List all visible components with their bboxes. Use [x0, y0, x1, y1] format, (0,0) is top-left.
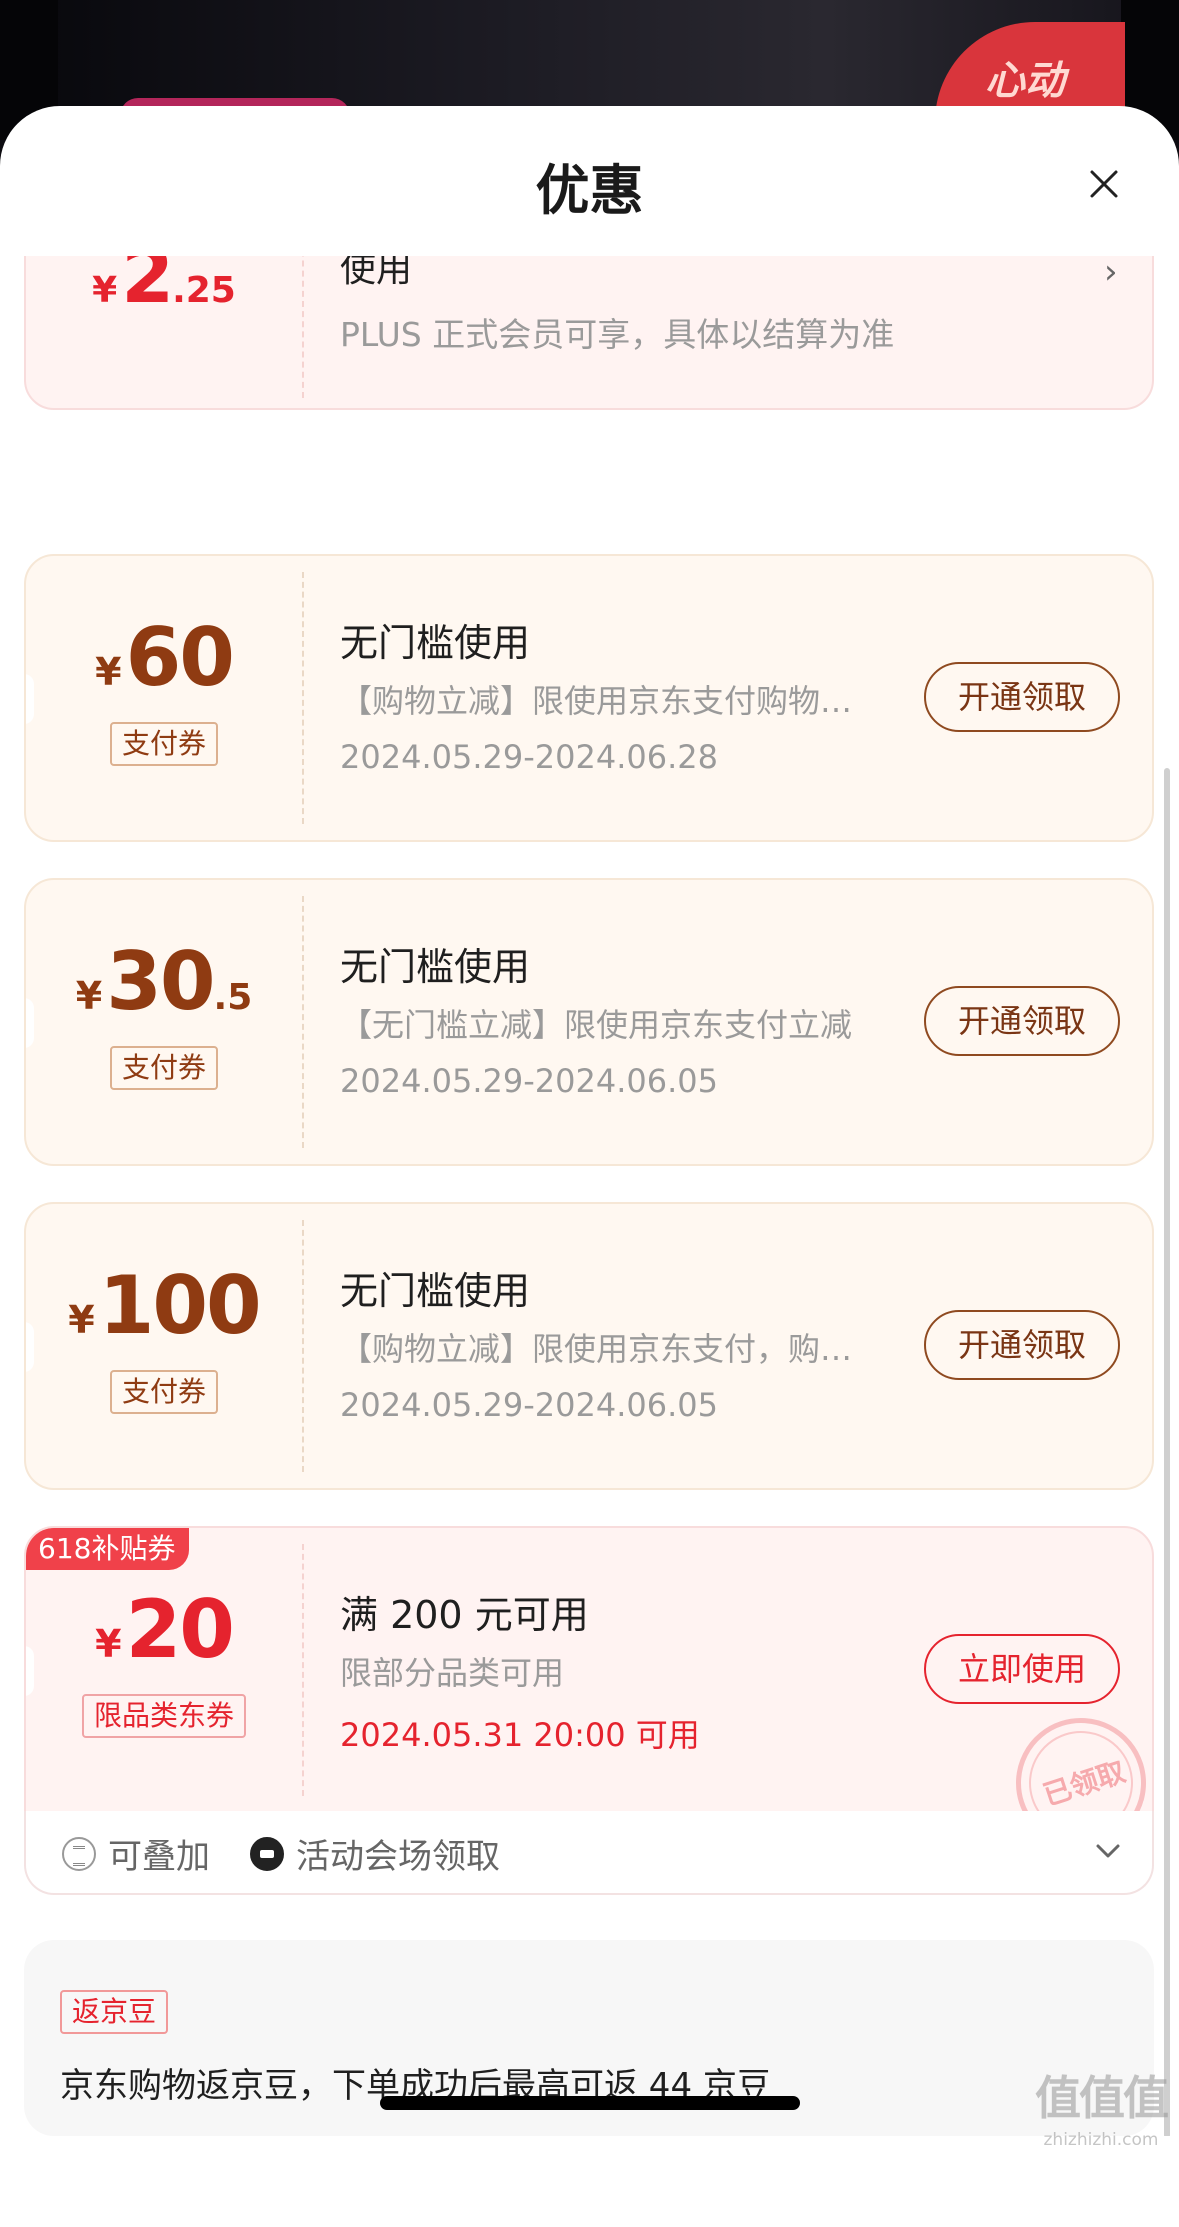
coupon-type-tag: 支付券	[109, 722, 219, 766]
coupon-value-col: ¥30.5 支付券	[26, 880, 302, 1164]
coupon-desc: 【无门槛立减】限使用京东支付立减	[340, 1006, 853, 1044]
coupon-list[interactable]: ¥2.25 使用 PLUS 正式会员可享，具体以结算为准 › ¥60 支付券 无…	[0, 256, 1179, 2136]
amount-integer: 20	[125, 1583, 235, 1676]
use-now-button[interactable]: 立即使用	[924, 1634, 1120, 1704]
source-text: 活动会场领取	[296, 1837, 500, 1877]
currency-symbol: ¥	[92, 270, 118, 311]
coupon-card[interactable]: ¥30.5 支付券 无门槛使用 【无门槛立减】限使用京东支付立减 2024.05…	[24, 878, 1154, 1166]
coupon-desc: 限部分品类可用	[340, 1654, 565, 1692]
coupon-card[interactable]: ¥60 支付券 无门槛使用 【购物立减】限使用京东支付购物立减 2024.05.…	[24, 554, 1154, 842]
currency-symbol: ¥	[95, 1622, 122, 1666]
dashed-divider	[302, 1220, 304, 1472]
coupon-type-tag: 支付券	[109, 1370, 219, 1414]
dashed-divider	[302, 572, 304, 824]
amount-integer: 2	[121, 256, 174, 320]
currency-symbol: ¥	[95, 650, 122, 694]
coupon-desc: PLUS 正式会员可享，具体以结算为准	[340, 315, 895, 354]
coupon-type-tag: 支付券	[109, 1046, 219, 1090]
coupon-title: 使用	[340, 256, 413, 290]
coupon-desc: 【购物立减】限使用京东支付，购物立减	[340, 1330, 880, 1368]
currency-symbol: ¥	[68, 1298, 95, 1342]
activate-claim-button[interactable]: 开通领取	[924, 662, 1120, 732]
dashed-divider	[302, 896, 304, 1148]
sheet-title: 优惠	[535, 159, 644, 222]
coupon-value-col: ¥20 限品类东券	[26, 1528, 302, 1812]
coupon-card-618[interactable]: 618补贴券 ¥20 限品类东券 满 200 元可用 限部分品类可用 2024.…	[24, 1526, 1154, 1814]
coupon-title: 无门槛使用	[340, 945, 531, 989]
amount-decimal: .5	[213, 977, 253, 1018]
coupon-value-col: ¥100 支付券	[26, 1204, 302, 1488]
stackable-label: 可叠加	[62, 1829, 210, 1878]
amount-integer: 30	[106, 935, 215, 1028]
coupon-amount: ¥30.5	[26, 942, 302, 1022]
coupon-amount: ¥100	[26, 1266, 302, 1346]
ticket-icon	[250, 1836, 284, 1871]
plus-coupon-card[interactable]: ¥2.25 使用 PLUS 正式会员可享，具体以结算为准 ›	[24, 256, 1154, 410]
currency-symbol: ¥	[75, 974, 103, 1018]
scrollbar[interactable]	[1164, 768, 1170, 2136]
coupon-title: 无门槛使用	[340, 621, 531, 665]
coupon-value-col: ¥60 支付券	[26, 556, 302, 840]
close-icon	[1090, 170, 1118, 198]
dashed-divider	[302, 1544, 304, 1796]
amount-integer: 60	[125, 611, 235, 704]
coupon-card-footer[interactable]: 可叠加 活动会场领取	[24, 1811, 1154, 1895]
coupon-validity: 2024.05.29-2024.06.05	[340, 1386, 718, 1424]
coupon-desc: 【购物立减】限使用京东支付购物立减	[340, 682, 880, 720]
chevron-down-icon[interactable]	[1090, 1833, 1126, 1869]
coupon-validity: 2024.05.31 20:00 可用	[340, 1716, 700, 1754]
coupon-type-tag: 限品类东券	[81, 1694, 247, 1738]
watermark: 值值值 zhizhizhi.com	[1026, 2062, 1176, 2174]
coupon-title: 满 200 元可用	[340, 1593, 589, 1637]
dashed-divider	[302, 256, 304, 398]
amount-integer: 100	[98, 1259, 262, 1352]
coupon-validity: 2024.05.29-2024.06.28	[340, 738, 718, 776]
source-label: 活动会场领取	[250, 1829, 500, 1878]
coupon-amount: ¥2.25	[26, 256, 302, 314]
amount-decimal: .25	[172, 270, 236, 311]
coupon-card[interactable]: ¥100 支付券 无门槛使用 【购物立减】限使用京东支付，购物立减 2024.0…	[24, 1202, 1154, 1490]
coupon-sheet: 优惠 ¥2.25 使用 PLUS 正式会员可享，具体以结算为准 › ¥60 支付…	[0, 106, 1179, 2227]
jingdou-tag: 返京豆	[60, 1990, 169, 2034]
coupon-title: 无门槛使用	[340, 1269, 531, 1313]
watermark-url: zhizhizhi.com	[1043, 2130, 1159, 2150]
activate-claim-button[interactable]: 开通领取	[924, 1310, 1120, 1380]
activate-claim-button[interactable]: 开通领取	[924, 986, 1120, 1056]
stackable-text: 可叠加	[108, 1837, 210, 1877]
coupon-amount: ¥60	[26, 618, 302, 698]
close-button[interactable]	[1082, 162, 1126, 206]
coupon-amount: ¥20	[26, 1590, 302, 1670]
stack-icon	[62, 1836, 96, 1871]
home-indicator[interactable]	[380, 2096, 800, 2110]
claimed-stamp: 已领取	[999, 1701, 1152, 1812]
coupon-validity: 2024.05.29-2024.06.05	[340, 1062, 718, 1100]
chevron-right-icon[interactable]: ›	[1104, 256, 1118, 292]
watermark-logo: 值值值	[1035, 2071, 1169, 2125]
